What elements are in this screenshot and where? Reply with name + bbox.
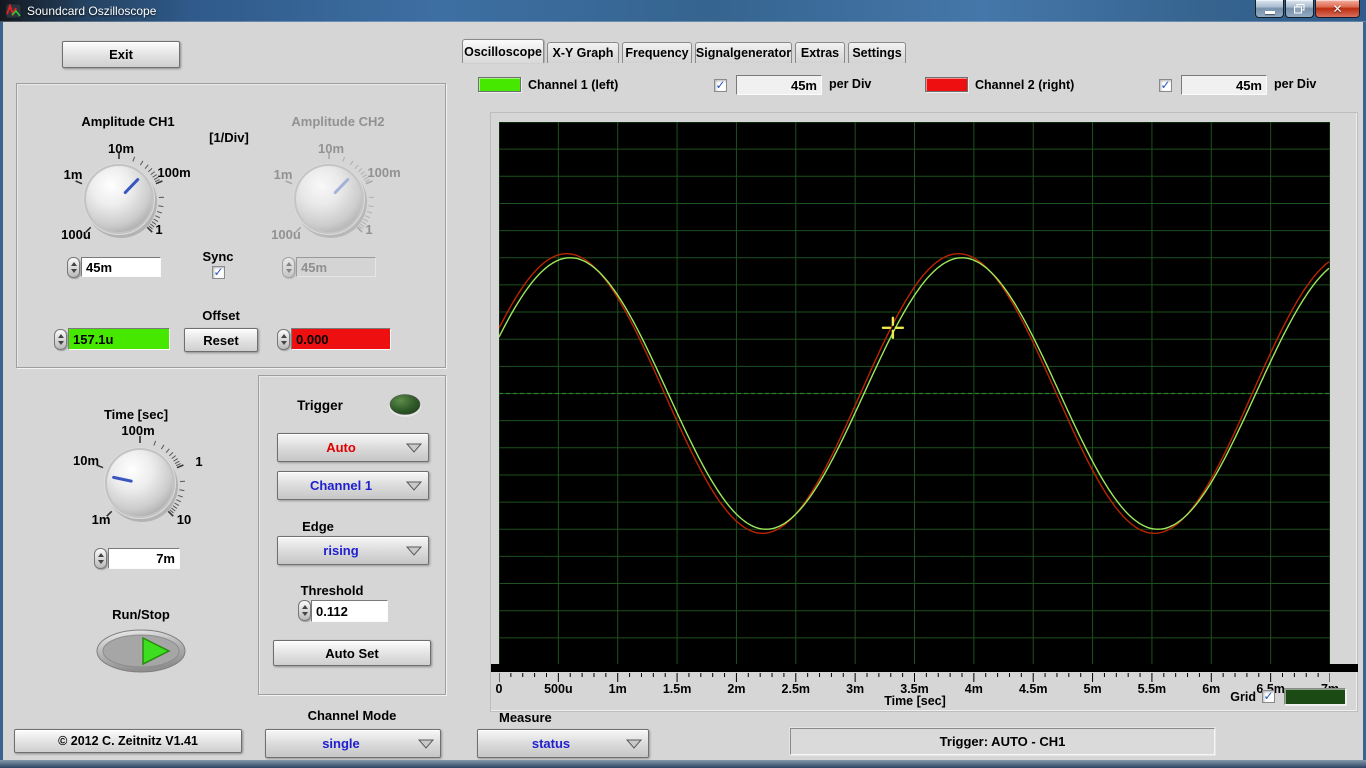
channel2-per-div-label: per Div xyxy=(1274,77,1317,91)
trigger-mode-value: Auto xyxy=(326,440,356,455)
x-tick-label: 0 xyxy=(495,682,503,696)
amplitude-ch1-knob[interactable] xyxy=(64,144,174,254)
grid-checkbox[interactable]: ✓ xyxy=(1262,690,1275,703)
channel-mode-label: Channel Mode xyxy=(307,708,397,723)
x-tick-label: 5m xyxy=(1083,682,1102,696)
amplitude-ch2-knob[interactable] xyxy=(274,144,384,254)
amplitude-ch1-value[interactable]: 45m xyxy=(81,257,161,277)
tab-oscilloscope[interactable]: Oscilloscope xyxy=(462,39,544,63)
channel2-color-swatch xyxy=(925,77,968,92)
tab-extras[interactable]: Extras xyxy=(795,42,845,63)
x-tick-label: 5.5m xyxy=(1137,682,1167,696)
x-tick-label: 4.5m xyxy=(1018,682,1048,696)
threshold-label: Threshold xyxy=(300,583,364,598)
auto-set-button[interactable]: Auto Set xyxy=(273,640,431,666)
channel2-label: Channel 2 (right) xyxy=(975,78,1075,92)
offset-reset-button[interactable]: Reset xyxy=(184,328,258,352)
measure-value: status xyxy=(531,736,571,751)
run-stop-label: Run/Stop xyxy=(112,607,170,622)
copyright-bar: © 2012 C. Zeitnitz V1.41 xyxy=(14,729,242,753)
tab-frequency[interactable]: Frequency xyxy=(622,42,692,63)
chevron-down-icon xyxy=(418,739,434,749)
time-spinner[interactable] xyxy=(94,548,107,569)
trigger-status-bar: Trigger: AUTO - CH1 xyxy=(790,728,1215,755)
chevron-down-icon xyxy=(406,443,422,453)
oscilloscope-plot[interactable] xyxy=(499,122,1330,665)
tab-signalgenerator[interactable]: Signalgenerator xyxy=(695,42,792,63)
offset-label: Offset xyxy=(202,308,240,323)
offset-ch2-spinner[interactable] xyxy=(277,329,290,350)
run-stop-button[interactable] xyxy=(95,628,187,674)
trigger-source-value: Channel 1 xyxy=(309,478,373,493)
trigger-edge-value: rising xyxy=(323,543,359,558)
restore-button[interactable] xyxy=(1285,0,1314,18)
offset-ch1-value[interactable]: 157.1u xyxy=(68,328,170,350)
time-knob[interactable] xyxy=(85,428,195,538)
amplitude-ch2-title: Amplitude CH2 xyxy=(291,114,385,129)
channel1-div-checkbox[interactable]: ✓ xyxy=(714,79,727,92)
channel1-color-swatch xyxy=(478,77,521,92)
channel1-label: Channel 1 (left) xyxy=(528,78,619,92)
x-tick-label: 500u xyxy=(544,682,573,696)
offset-ch2-value[interactable]: 0.000 xyxy=(291,328,391,350)
offset-ch1-spinner[interactable] xyxy=(54,329,67,350)
titlebar[interactable]: Soundcard Oszilloscope ✕ xyxy=(0,0,1366,22)
amplitude-ch2-value: 45m xyxy=(296,257,376,277)
chevron-down-icon xyxy=(626,739,642,749)
trigger-source-dropdown[interactable]: Channel 1 xyxy=(277,471,429,500)
sync-checkbox[interactable]: ✓ xyxy=(212,266,225,279)
channel1-per-div-label: per Div xyxy=(829,77,872,91)
channel2-per-div-value[interactable]: 45m xyxy=(1181,75,1267,95)
edge-label: Edge xyxy=(302,519,334,534)
window-edge-bottom xyxy=(0,760,1366,768)
channel-mode-dropdown[interactable]: single xyxy=(265,729,441,758)
sync-label: Sync xyxy=(202,249,234,264)
channel1-per-div-value[interactable]: 45m xyxy=(736,75,822,95)
x-tick-label: 1.5m xyxy=(662,682,692,696)
x-tick-label: 1m xyxy=(608,682,627,696)
time-value[interactable]: 7m xyxy=(108,548,180,569)
time-title: Time [sec] xyxy=(103,407,169,422)
chevron-down-icon xyxy=(406,481,422,491)
x-tick-label: 2m xyxy=(727,682,746,696)
channel-mode-value: single xyxy=(322,736,360,751)
app-icon xyxy=(6,3,22,19)
window-edge-left xyxy=(0,22,3,768)
threshold-value[interactable]: 0.112 xyxy=(311,600,388,622)
minimize-icon xyxy=(1264,10,1275,14)
trigger-title: Trigger xyxy=(297,398,343,413)
amplitude-ch1-spinner[interactable] xyxy=(67,257,80,278)
measure-dropdown[interactable]: status xyxy=(477,729,649,758)
x-axis-strip xyxy=(491,664,1358,672)
tab-xy-graph[interactable]: X-Y Graph xyxy=(547,42,619,63)
chevron-down-icon xyxy=(406,546,422,556)
window-title: Soundcard Oszilloscope xyxy=(27,4,157,18)
per-div-unit-label: [1/Div] xyxy=(209,130,249,145)
grid-color-swatch[interactable] xyxy=(1284,688,1346,705)
app-window: Soundcard Oszilloscope ✕ Exit Amplitude … xyxy=(0,0,1366,768)
trigger-mode-dropdown[interactable]: Auto xyxy=(277,433,429,462)
grid-label: Grid xyxy=(1230,690,1256,704)
x-tick-label: 2.5m xyxy=(781,682,811,696)
tab-settings[interactable]: Settings xyxy=(848,42,906,63)
restore-icon xyxy=(1294,3,1305,13)
x-axis-title: Time [sec] xyxy=(884,694,946,708)
trigger-led xyxy=(389,394,421,417)
channel2-div-checkbox[interactable]: ✓ xyxy=(1159,79,1172,92)
close-button[interactable]: ✕ xyxy=(1315,0,1360,18)
exit-button[interactable]: Exit xyxy=(62,41,180,68)
amplitude-ch1-title: Amplitude CH1 xyxy=(81,114,175,129)
trigger-edge-dropdown[interactable]: rising xyxy=(277,536,429,565)
measure-label: Measure xyxy=(499,710,552,725)
close-icon: ✕ xyxy=(1332,1,1343,16)
threshold-spinner[interactable] xyxy=(298,600,311,621)
amplitude-ch2-spinner[interactable] xyxy=(282,257,295,278)
minimize-button[interactable] xyxy=(1255,0,1284,18)
